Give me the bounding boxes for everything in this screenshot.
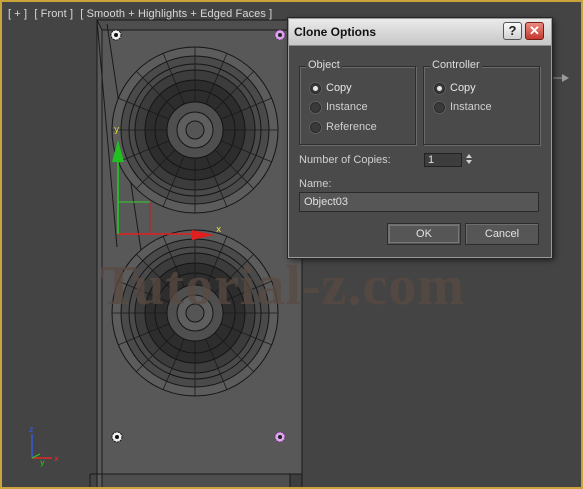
screw-bottom-right <box>274 431 286 443</box>
object-reference-radio[interactable] <box>310 122 321 133</box>
spinner-up-arrow-icon[interactable] <box>466 154 472 158</box>
object-instance-radio[interactable] <box>310 102 321 113</box>
clone-options-dialog: Clone Options ? ✕ Object Copy Instance R… <box>288 18 552 258</box>
world-axis-icon: z x y <box>29 425 59 467</box>
number-of-copies-input[interactable]: 1 <box>424 153 462 167</box>
help-button[interactable]: ? <box>503 22 522 40</box>
gizmo-x-label: x <box>216 225 222 235</box>
world-axis-z-label: z <box>29 425 33 434</box>
object-group: Object Copy Instance Reference <box>299 59 416 145</box>
gizmo-stub-right <box>553 74 569 82</box>
controller-copy-label[interactable]: Copy <box>450 82 476 94</box>
upper-speaker-mesh <box>111 46 279 214</box>
object-copy-label[interactable]: Copy <box>326 82 352 94</box>
screw-top-right <box>274 29 286 41</box>
gizmo-y-label: y <box>114 125 120 135</box>
number-of-copies-label: Number of Copies: <box>299 154 391 166</box>
cancel-button[interactable]: Cancel <box>465 223 539 245</box>
controller-group-label: Controller <box>430 59 482 71</box>
controller-copy-radio[interactable] <box>434 83 445 94</box>
close-button[interactable]: ✕ <box>525 22 544 40</box>
controller-instance-radio[interactable] <box>434 102 445 113</box>
controller-group: Controller Copy Instance <box>423 59 540 145</box>
dialog-title: Clone Options <box>294 25 376 39</box>
screw-bottom-left <box>111 431 123 443</box>
world-axis-x-label: x <box>54 454 59 463</box>
watermark-text: Tutorial-z.com <box>100 255 465 317</box>
object-group-label: Object <box>306 59 342 71</box>
object-copy-radio[interactable] <box>310 83 321 94</box>
dialog-titlebar[interactable]: Clone Options ? ✕ <box>289 19 551 46</box>
screw-top-left <box>110 29 122 41</box>
name-input[interactable]: Object03 <box>299 192 539 212</box>
world-axis-y-label: y <box>40 458 45 467</box>
controller-instance-label[interactable]: Instance <box>450 101 492 113</box>
object-instance-label[interactable]: Instance <box>326 101 368 113</box>
number-of-copies-spinner[interactable] <box>464 152 474 168</box>
object-reference-label[interactable]: Reference <box>326 121 377 133</box>
name-label: Name: <box>299 178 332 190</box>
ok-button[interactable]: OK <box>387 223 461 245</box>
spinner-down-arrow-icon[interactable] <box>466 160 472 164</box>
